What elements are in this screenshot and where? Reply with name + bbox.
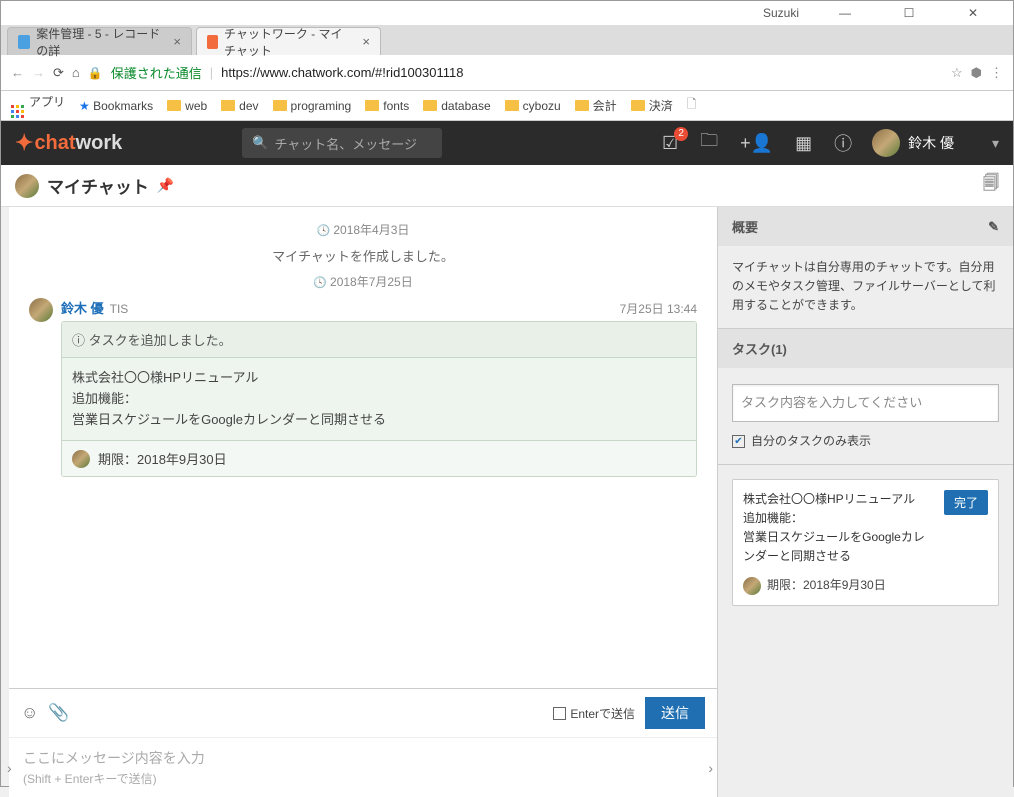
bookmark-folder[interactable]: cybozu [505,99,561,113]
bookmark-star[interactable]: ★ Bookmarks [79,99,153,113]
message-time: 7月25日 13:44 [620,300,697,317]
bookmark-folder[interactable]: web [167,99,207,113]
home-icon[interactable]: ⌂ [72,65,80,80]
message-org: TIS [110,302,129,316]
date-divider: 2018年7月25日 [29,273,697,290]
browser-tabstrip: 案件管理 - 5 - レコードの詳 × チャットワーク - マイチャット × [1,25,1013,55]
room-title: マイチャット [47,173,149,198]
browser-urlbar: ← → ⟳ ⌂ 🔒 保護された通信 | https://www.chatwork… [1,55,1013,91]
app-header: ✦chatwork 🔍 チャット名、メッセージ ☑ 🗀 +👤 ▦ ⓘ 鈴木 優 … [1,121,1013,165]
task-text: 株式会社〇〇様HPリニューアル 追加機能： 営業日スケジュールをGoogleカレ… [743,490,936,567]
ext-icon[interactable]: ⬢ [971,65,982,81]
browser-tab-active[interactable]: チャットワーク - マイチャット × [196,27,381,55]
username: 鈴木 優 [908,133,954,153]
message-textarea[interactable]: › ここにメッセージ内容を入力 (Shift + Enterキーで送信) › [9,738,717,797]
bookmarks-bar: アプリ ★ Bookmarks web dev programing fonts… [1,91,1013,121]
message-input-bar: ☺ 📎 Enterで送信 送信 › ここにメッセージ内容を入力 (Shift +… [9,688,717,797]
bookmark-folder[interactable]: database [423,99,490,113]
task-due: 期限：2018年9月30日 [767,576,886,595]
bookmark-folder[interactable]: 会計 [575,97,617,114]
task-card: ⓘ タスクを追加しました。 株式会社〇〇様HPリニューアル 追加機能： 営業日ス… [61,321,697,477]
tasks-header: タスク(1) [718,329,1013,368]
task-item: 株式会社〇〇様HPリニューアル 追加機能： 営業日スケジュールをGoogleカレ… [732,479,999,607]
own-tasks-checkbox[interactable]: ✔ 自分のタスクのみ表示 [732,432,999,451]
tab-favicon [18,35,30,49]
enter-send-checkbox[interactable]: Enterで送信 [553,705,635,722]
close-tab-icon[interactable]: × [362,34,370,49]
room-header: マイチャット 📌 🗐 [1,165,1013,207]
menu-icon[interactable]: ⋮ [990,65,1003,81]
message-sender[interactable]: 鈴木 優 [61,298,104,317]
bookmark-folder[interactable]: programing [273,99,352,113]
input-placeholder: ここにメッセージ内容を入力 [23,748,703,768]
bookmark-folder[interactable]: 決済 [631,97,673,114]
star-icon[interactable]: ☆ [951,65,963,81]
chat-column: 2018年4月3日 マイチャットを作成しました。 2018年7月25日 鈴木 優… [9,207,718,797]
checkbox-icon: ✔ [732,435,745,448]
search-icon: 🔍 [252,135,268,151]
assignee-avatar [743,577,761,595]
tasks-icon[interactable]: ☑ [662,133,678,154]
send-button[interactable]: 送信 [645,697,705,729]
tab-title: 案件管理 - 5 - レコードの詳 [36,25,165,59]
back-icon[interactable]: ← [11,65,24,80]
chevron-down-icon: ▾ [992,135,999,152]
chevron-right-icon[interactable]: › [708,760,713,776]
browser-tab[interactable]: 案件管理 - 5 - レコードの詳 × [7,27,192,55]
maximize-button[interactable]: ☐ [891,6,927,20]
bookmark-folder[interactable]: dev [221,99,258,113]
edit-icon[interactable]: ✎ [988,219,999,235]
date-divider: 2018年4月3日 [29,221,697,238]
close-window-button[interactable]: ✕ [955,6,991,20]
url-text[interactable]: https://www.chatwork.com/#!rid100301118 [221,65,463,80]
overview-header: 概要 ✎ [718,207,1013,246]
reload-icon[interactable]: ⟳ [53,65,64,81]
message-avatar [29,298,53,322]
chat-message: 鈴木 優 TIS 7月25日 13:44 ⓘ タスクを追加しました。 株式会社〇… [29,298,697,477]
pin-icon[interactable]: 📌 [157,177,174,194]
bookmark-page-icon[interactable]: 🗋 [687,95,697,116]
task-input[interactable]: タスク内容を入力してください [732,384,999,423]
window-titlebar: Suzuki — ☐ ✕ [1,1,1013,25]
chevron-left-icon[interactable]: › [7,760,12,776]
tab-title: チャットワーク - マイチャット [224,25,354,59]
window-user: Suzuki [763,6,799,20]
files-icon[interactable]: 🗀 [700,128,718,158]
emoji-icon[interactable]: ☺ [21,703,38,723]
task-card-header: ⓘ タスクを追加しました。 [62,322,696,358]
minimize-button[interactable]: — [827,6,863,20]
contacts-icon[interactable]: +👤 [740,133,773,154]
bookmark-folder[interactable]: fonts [365,99,409,113]
grid-icon[interactable]: ▦ [795,133,812,154]
task-due: 期限：2018年9月30日 [98,449,227,468]
secure-label: 保護された通信 [111,63,202,82]
forward-icon[interactable]: → [32,65,45,80]
overview-text: マイチャットは自分専用のチャットです。自分用のメモやタスク管理、ファイルサーバー… [718,246,1013,328]
avatar [872,129,900,157]
task-card-footer: 期限：2018年9月30日 [62,441,696,476]
attach-icon[interactable]: 📎 [48,703,69,723]
search-input[interactable]: 🔍 チャット名、メッセージ [242,128,442,158]
search-placeholder: チャット名、メッセージ [274,134,417,153]
user-menu[interactable]: 鈴木 優 ▾ [872,129,999,157]
input-hint: (Shift + Enterキーで送信) [23,770,703,787]
chatwork-logo[interactable]: ✦chatwork [15,130,122,156]
lock-icon: 🔒 [88,66,103,80]
tab-favicon [207,35,218,49]
task-card-content: 株式会社〇〇様HPリニューアル 追加機能： 営業日スケジュールをGoogleカレ… [62,358,696,441]
page-icon[interactable]: 🗐 [983,172,999,199]
info-icon[interactable]: ⓘ [834,130,852,156]
close-tab-icon[interactable]: × [173,34,181,49]
done-button[interactable]: 完了 [944,490,988,515]
room-avatar [15,174,39,198]
assignee-avatar [72,450,90,468]
apps-shortcut[interactable]: アプリ [11,93,65,119]
system-message: マイチャットを作成しました。 [29,246,697,265]
sidebar: 概要 ✎ マイチャットは自分専用のチャットです。自分用のメモやタスク管理、ファイ… [718,207,1013,797]
chat-scroll[interactable]: 2018年4月3日 マイチャットを作成しました。 2018年7月25日 鈴木 優… [9,207,717,688]
